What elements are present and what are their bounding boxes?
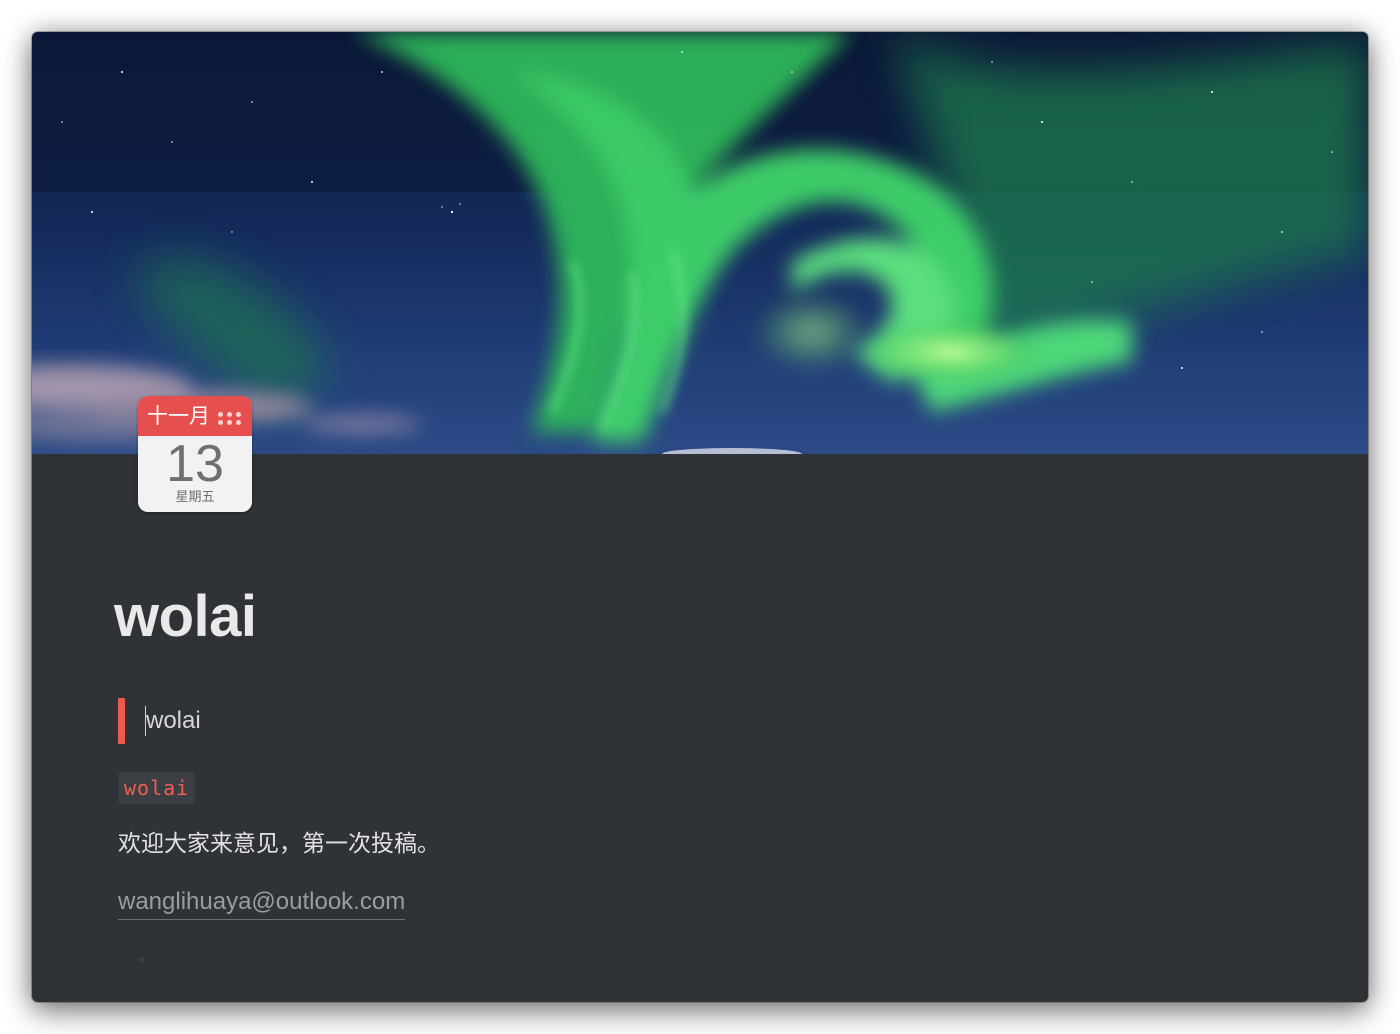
quote-text[interactable]: wolai — [146, 707, 201, 735]
calendar-day: 13 — [166, 435, 224, 493]
calendar-header: 十一月 — [138, 396, 252, 436]
app-window: 十一月 13 星期五 wolai wolai wolai 欢迎大家来意见，第一次… — [32, 32, 1368, 1002]
paragraph-block[interactable]: 欢迎大家来意见，第一次投稿。 — [118, 828, 440, 860]
inline-code[interactable]: wolai — [118, 772, 196, 804]
aurora-cover-art — [32, 32, 1368, 454]
page-cover-image[interactable] — [32, 32, 1368, 454]
page-title[interactable]: wolai — [114, 582, 257, 652]
calendar-weekday: 星期五 — [175, 490, 215, 505]
empty-block-placeholder[interactable] — [139, 957, 144, 962]
email-link[interactable]: wanglihuaya@outlook.com — [118, 886, 406, 920]
quote-block[interactable]: wolai — [118, 698, 718, 744]
calendar-month: 十一月 — [147, 404, 210, 428]
quote-bar — [118, 698, 125, 744]
calendar-dots-icon — [218, 412, 246, 426]
page-icon-calendar[interactable]: 十一月 13 星期五 — [138, 396, 252, 512]
